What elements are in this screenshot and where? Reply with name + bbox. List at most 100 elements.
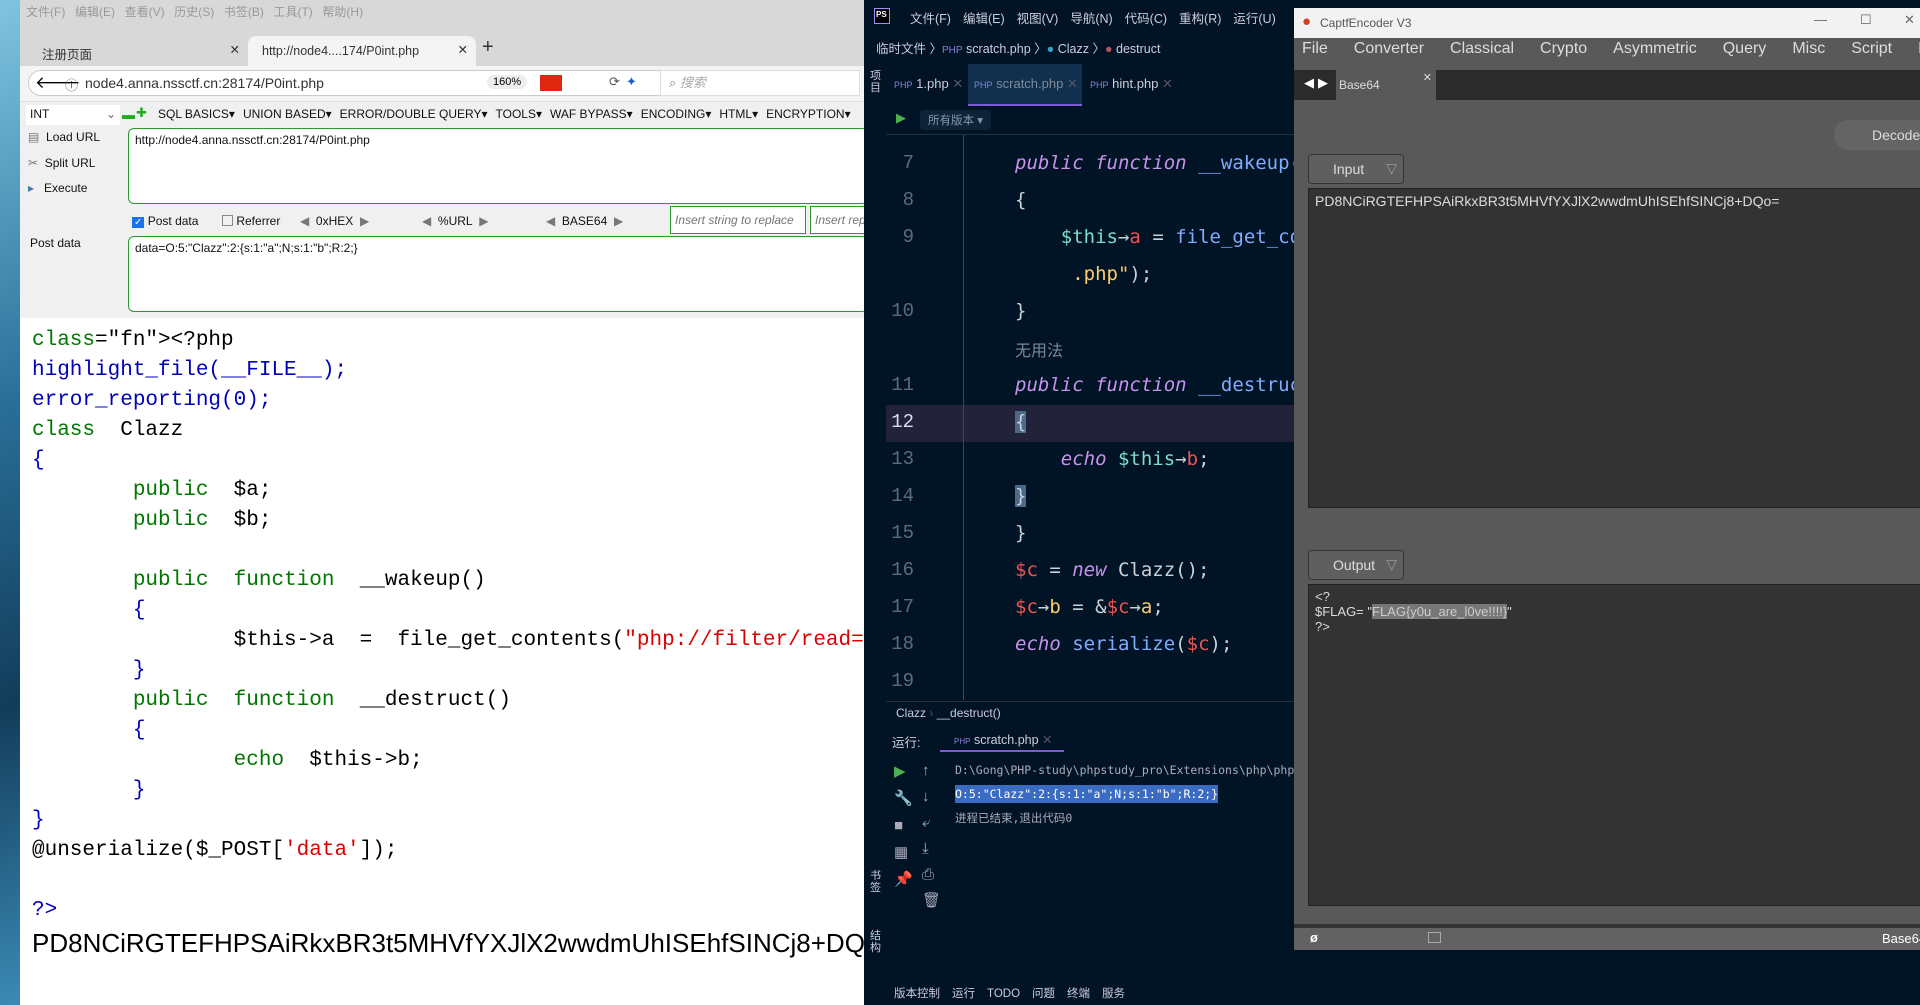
menu-union-based[interactable]: UNION BASED▾ (243, 107, 332, 121)
menu-help[interactable]: 帮助(H) (322, 3, 363, 20)
new-tab-button[interactable]: + (482, 36, 494, 59)
minus-icon[interactable]: ▬ (122, 107, 135, 122)
status-item-5[interactable]: 服务 (1102, 988, 1125, 1000)
crumb-class[interactable]: Clazz (896, 706, 926, 720)
status-item-2[interactable]: TODO (987, 988, 1020, 1000)
encoder-menu-1[interactable]: Converter (1354, 40, 1424, 58)
stop-icon[interactable]: ■ (894, 812, 914, 839)
replace-string-input[interactable] (810, 206, 864, 234)
run-tab[interactable]: PHP scratch.php ✕ (940, 726, 1064, 752)
soft-wrap-icon[interactable]: ⤶ (922, 810, 942, 836)
crumb-class[interactable]: Clazz (1058, 42, 1089, 56)
scroll-end-icon[interactable]: ⤓ (922, 836, 942, 862)
arrow-left-icon[interactable]: ◀ (422, 214, 431, 228)
version-dropdown[interactable]: 所有版本 ▾ (920, 110, 991, 130)
tab-scratch-php[interactable]: PHP scratch.php ✕ (968, 64, 1082, 106)
window-toggle-icon[interactable] (1428, 932, 1441, 943)
status-item-1[interactable]: 运行 (952, 988, 975, 1000)
up-arrow-icon[interactable]: ↑ (922, 758, 942, 784)
ide-menu-1[interactable]: 编辑(E) (963, 12, 1005, 26)
arrow-right-icon[interactable]: ▶ (360, 214, 369, 228)
ide-menu-0[interactable]: 文件(F) (910, 12, 951, 26)
tab-p0int[interactable]: http://node4....174/P0int.php ✕ (248, 36, 476, 66)
output-dropdown[interactable]: Output ▽ (1308, 550, 1404, 580)
encoder-menu-6[interactable]: Misc (1792, 40, 1825, 58)
run-output[interactable]: D:\Gong\PHP-study\phpstudy_pro\Extension… (955, 758, 1294, 830)
arrow-right-icon[interactable]: ▶ (614, 214, 623, 228)
menu-html[interactable]: HTML▾ (719, 107, 758, 121)
output-textarea[interactable]: <? $FLAG= "FLAG{y0u_are_l0ve!!!!}" ?> (1308, 584, 1920, 906)
ide-menu-2[interactable]: 视图(V) (1017, 12, 1059, 26)
input-dropdown[interactable]: Input ▽ (1308, 154, 1404, 184)
pin-icon[interactable]: 📌 (894, 866, 914, 893)
menu-bookmarks[interactable]: 书签(B) (224, 3, 264, 20)
menu-waf-bypass[interactable]: WAF BYPASS▾ (550, 107, 633, 121)
execute-button[interactable]: ▸ Execute (28, 181, 87, 195)
close-icon[interactable]: ✕ (1904, 12, 1915, 28)
close-icon[interactable]: ✕ (1423, 71, 1432, 84)
status-item-0[interactable]: 版本控制 (894, 988, 940, 1000)
tab-base64[interactable]: Base64 ✕ (1336, 70, 1436, 100)
close-icon[interactable]: ✕ (1067, 76, 1078, 91)
menu-encoding[interactable]: ENCODING▾ (641, 107, 712, 121)
rerun-icon[interactable]: ▶ (894, 758, 914, 785)
maximize-icon[interactable]: ☐ (1860, 12, 1872, 28)
ide-menu-6[interactable]: 运行(U) (1233, 12, 1275, 26)
extension-icon[interactable]: ✦ (626, 74, 637, 90)
close-icon[interactable]: ✕ (230, 42, 240, 57)
wrench-icon[interactable]: 🔧 (894, 785, 914, 812)
reload-icon[interactable]: ⟳ (609, 74, 620, 90)
ide-menu-5[interactable]: 重构(R) (1179, 12, 1221, 26)
post-data-textarea[interactable]: data=O:5:"Clazz":2:{s:1:"a";N;s:1:"b";R:… (128, 236, 864, 312)
menu-encryption[interactable]: ENCRYPTION▾ (766, 107, 850, 121)
url-bar[interactable]: 🡐 ⓘ node4.anna.nssctf.cn:28174/P0int.php… (28, 70, 708, 96)
next-tab-icon[interactable]: ▶ (1318, 75, 1328, 91)
status-item-3[interactable]: 问题 (1032, 988, 1055, 1000)
hex-encoder[interactable]: ◀ 0xHEX ▶ (300, 214, 369, 228)
tab-register[interactable]: 注册页面 ✕ (28, 36, 248, 66)
side-label-project[interactable]: 项目 (870, 70, 884, 94)
china-flag-icon[interactable] (540, 75, 562, 91)
menu-edit[interactable]: 编辑(E) (75, 3, 115, 20)
encoder-menu-3[interactable]: Crypto (1540, 40, 1587, 58)
insert-string-input[interactable] (670, 206, 806, 234)
load-url-button[interactable]: ▤ Load URL (28, 130, 100, 144)
crumb-scratches[interactable]: 临时文件 (876, 42, 926, 56)
ide-menu-3[interactable]: 导航(N) (1070, 12, 1112, 26)
menu-error-double-query[interactable]: ERROR/DOUBLE QUERY▾ (340, 107, 488, 121)
prev-tab-icon[interactable]: ◀ (1304, 75, 1314, 91)
encoder-menu-0[interactable]: File (1302, 40, 1328, 58)
post-data-checkbox[interactable]: ✓ Post data (132, 214, 198, 228)
menu-view[interactable]: 查看(V) (125, 3, 165, 20)
side-label-bookmarks[interactable]: 书签 (870, 870, 884, 894)
minimize-icon[interactable]: — (1814, 12, 1827, 27)
close-icon[interactable]: ✕ (1042, 733, 1052, 747)
referrer-checkbox[interactable]: Referrer (222, 214, 280, 228)
split-url-button[interactable]: ✂ Split URL (28, 156, 95, 170)
menu-tools[interactable]: 工具(T) (273, 3, 312, 20)
crumb-method[interactable]: __destruct() (937, 706, 1001, 720)
url-encoder[interactable]: ◀ %URL ▶ (422, 214, 489, 228)
decode-button[interactable]: Decode (1834, 120, 1920, 150)
plus-icon[interactable]: ✚ (136, 105, 147, 121)
arrow-right-icon[interactable]: ▶ (479, 214, 488, 228)
close-icon[interactable]: ✕ (952, 76, 963, 91)
trash-icon[interactable]: 🗑 (922, 888, 942, 914)
encoder-menu-7[interactable]: Script (1851, 40, 1892, 58)
close-icon[interactable]: ✕ (1162, 76, 1173, 91)
layout-icon[interactable]: ▦ (894, 839, 914, 866)
ide-menu-4[interactable]: 代码(C) (1125, 12, 1167, 26)
input-textarea[interactable]: PD8NCiRGTEFHPSAiRkxBR3t5MHVfYXJlX2wwdmUh… (1308, 188, 1920, 508)
menu-file[interactable]: 文件(F) (26, 3, 65, 20)
side-label-structure[interactable]: 结构 (870, 930, 884, 954)
encoder-menu-5[interactable]: Query (1723, 40, 1767, 58)
menu-tools[interactable]: TOOLS▾ (496, 107, 542, 121)
down-arrow-icon[interactable]: ↓ (922, 784, 942, 810)
crumb-method[interactable]: destruct (1116, 42, 1160, 56)
arrow-left-icon[interactable]: ◀ (300, 214, 309, 228)
info-icon[interactable]: ⓘ (65, 75, 78, 94)
menu-sql-basics[interactable]: SQL BASICS▾ (158, 107, 235, 121)
status-item-4[interactable]: 终端 (1067, 988, 1090, 1000)
tab-1-php[interactable]: PHP 1.php ✕ (894, 76, 963, 92)
url-text[interactable]: node4.anna.nssctf.cn:28174/P0int.php (85, 75, 324, 91)
